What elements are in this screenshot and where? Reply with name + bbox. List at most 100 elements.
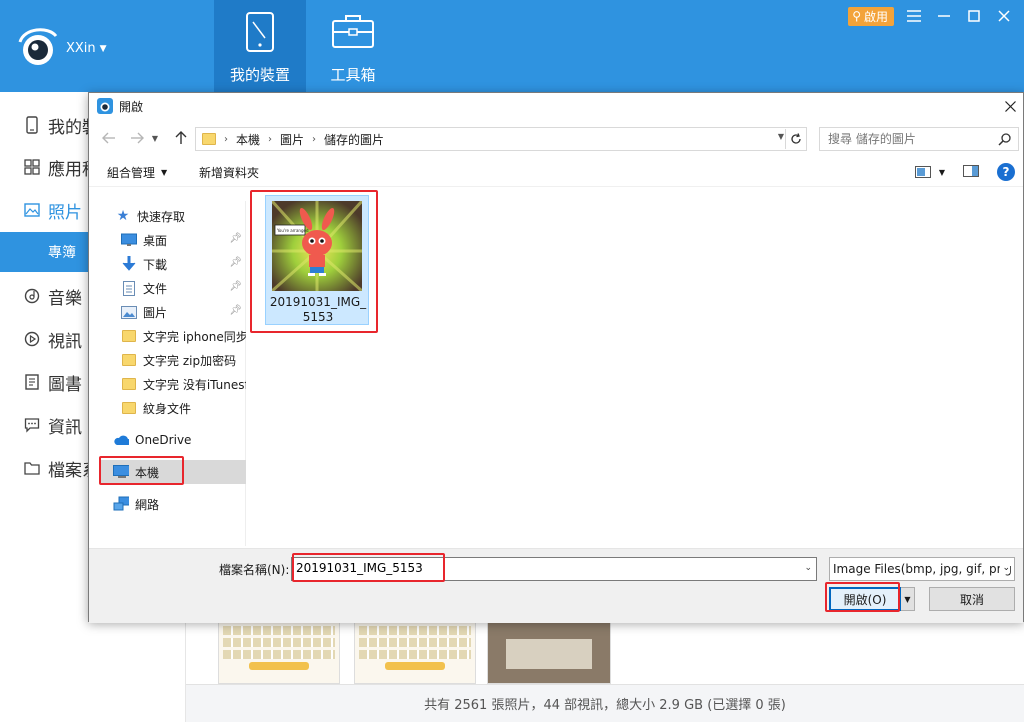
star-icon: ★ (116, 208, 130, 224)
organize-button[interactable]: 組合管理 ▼ (107, 164, 167, 181)
tree-item-label: 下載 (143, 257, 168, 272)
file-item[interactable]: You're arranged 20191031_IMG_5153 (265, 195, 369, 325)
sidebar-item-label: 資訊 (48, 417, 82, 438)
chevron-right-icon: › (268, 133, 273, 145)
breadcrumb-item[interactable]: 儲存的圖片 (324, 131, 384, 148)
sidebar-item-label: 圖書 (48, 374, 82, 395)
folder-icon (121, 400, 137, 416)
refresh-button[interactable] (785, 129, 805, 149)
photo-thumbnail[interactable] (487, 622, 611, 684)
activate-label: 啟用 (863, 9, 888, 24)
tree-item-folder[interactable]: 文字完 zip加密码 (121, 349, 246, 371)
tree-item-network[interactable]: 網路 (113, 493, 246, 515)
pin-icon: 📌︎ (229, 305, 242, 316)
app-logo-icon (97, 98, 113, 114)
filetype-select[interactable]: Image Files(bmp, jpg, gif, png ⌄ (829, 557, 1015, 581)
new-folder-button[interactable]: 新增資料夾 (199, 164, 259, 181)
tree-item-onedrive[interactable]: OneDrive (113, 429, 246, 451)
organize-label: 組合管理 (107, 166, 156, 180)
tab-label: 我的裝置 (229, 66, 290, 84)
close-icon (1004, 100, 1016, 112)
recent-locations-button[interactable]: ▼ (149, 128, 161, 148)
photo-icon (24, 203, 40, 217)
status-text: 共有 2561 張照片，44 部視訊，總大小 2.9 GB (已選擇 0 張) (424, 698, 786, 713)
help-button[interactable]: ? (997, 163, 1015, 181)
tablet-icon (214, 12, 306, 54)
command-bar: 組合管理 ▼ 新增資料夾 ▼ ? (89, 159, 1023, 187)
folder-icon (121, 352, 137, 368)
cloud-icon (113, 432, 129, 448)
tree-item-desktop[interactable]: 桌面 📌︎ (121, 229, 246, 251)
open-file-dialog: 開啟 ▼ › 本機 › 圖片 › 儲存的圖片 ▼ 搜尋 儲存的圖片 組合管理 ▼… (88, 92, 1024, 623)
forward-button[interactable] (127, 128, 147, 148)
desktop-icon (121, 232, 137, 248)
tree-item-downloads[interactable]: 下載 📌︎ (121, 253, 246, 275)
maximize-icon[interactable] (964, 6, 984, 26)
account-name: XXin (66, 41, 96, 56)
caret-down-icon: ▼ (904, 594, 911, 604)
app-logo (14, 22, 60, 68)
tree-item-folder[interactable]: 紋身文件 (121, 397, 246, 419)
arrow-left-icon (102, 132, 115, 144)
chevron-down-icon: ⌄ (1000, 563, 1010, 573)
account-menu[interactable]: XXin ▼ (66, 41, 107, 56)
photo-thumbnail[interactable] (354, 622, 476, 684)
tab-my-device[interactable]: 我的裝置 (214, 0, 306, 92)
minimize-icon[interactable] (934, 6, 954, 26)
up-button[interactable] (171, 128, 191, 148)
open-button[interactable]: 開啟(O) (829, 587, 901, 611)
breadcrumb-item[interactable]: 本機 (236, 131, 260, 148)
pin-icon: 📌︎ (229, 257, 242, 268)
close-icon[interactable] (994, 6, 1014, 26)
search-input[interactable] (828, 132, 988, 146)
sidebar-item-label: 視訊 (48, 331, 82, 352)
folder-icon (121, 328, 137, 344)
arrow-right-icon (131, 132, 144, 144)
sidebar-item-label: 專簿 (48, 245, 76, 261)
change-view-button[interactable]: ▼ (914, 166, 945, 178)
tree-item-label: 文字完 iphone同步 (143, 329, 246, 344)
document-icon (121, 280, 137, 296)
folder-icon (202, 133, 216, 145)
cancel-button[interactable]: 取消 (929, 587, 1015, 611)
pin-icon: 📌︎ (229, 281, 242, 292)
app-header: XXin ▼ 我的裝置 工具箱 ⚲ 啟用 (0, 0, 1024, 92)
search-box[interactable] (819, 127, 1019, 151)
tree-item-folder[interactable]: 文字完 iphone同步 (121, 325, 246, 347)
chevron-down-icon: ▼ (151, 133, 159, 143)
filename-field[interactable]: ⌄ (291, 557, 817, 581)
tree-item-documents[interactable]: 文件 📌︎ (121, 277, 246, 299)
activate-button[interactable]: ⚲ 啟用 (848, 6, 894, 26)
pictures-icon (121, 304, 137, 320)
chevron-down-icon: ▼ (161, 168, 168, 177)
search-icon (998, 133, 1011, 146)
photo-thumbnail[interactable] (218, 622, 340, 684)
chevron-down-icon: ▼ (99, 43, 107, 54)
tree-item-folder[interactable]: 文字完 没有iTunesf (121, 373, 246, 395)
chevron-right-icon: › (312, 133, 317, 145)
preview-pane-button[interactable] (963, 164, 979, 180)
chevron-down-icon[interactable]: ⌄ (804, 563, 812, 573)
tree-item-pictures[interactable]: 圖片 📌︎ (121, 301, 246, 323)
tab-label: 工具箱 (330, 66, 376, 84)
cancel-label: 取消 (959, 592, 984, 607)
chevron-down-icon[interactable]: ▼ (778, 132, 784, 141)
address-row: ▼ › 本機 › 圖片 › 儲存的圖片 ▼ (89, 126, 1023, 152)
address-bar[interactable]: › 本機 › 圖片 › 儲存的圖片 ▼ (195, 127, 807, 151)
pin-icon: 📌︎ (229, 233, 242, 244)
tree-item-label: 網路 (135, 497, 160, 512)
dialog-close-button[interactable] (999, 95, 1021, 117)
folder-icon (121, 376, 137, 392)
phone-icon (26, 116, 38, 134)
sidebar-item-label: 音樂 (48, 288, 82, 309)
back-button[interactable] (99, 128, 119, 148)
tree-item-this-pc[interactable]: 本機 (101, 460, 246, 484)
filetype-value: Image Files(bmp, jpg, gif, png (833, 562, 1012, 576)
menu-icon[interactable] (904, 6, 924, 26)
tree-item-quick-access[interactable]: ★ 快速存取 (115, 205, 260, 227)
filename-input[interactable] (296, 561, 786, 575)
breadcrumb-item[interactable]: 圖片 (280, 131, 304, 148)
tab-toolbox[interactable]: 工具箱 (307, 0, 399, 92)
tree-item-label: 文字完 没有iTunesf (143, 377, 246, 392)
open-options-button[interactable]: ▼ (901, 587, 915, 611)
